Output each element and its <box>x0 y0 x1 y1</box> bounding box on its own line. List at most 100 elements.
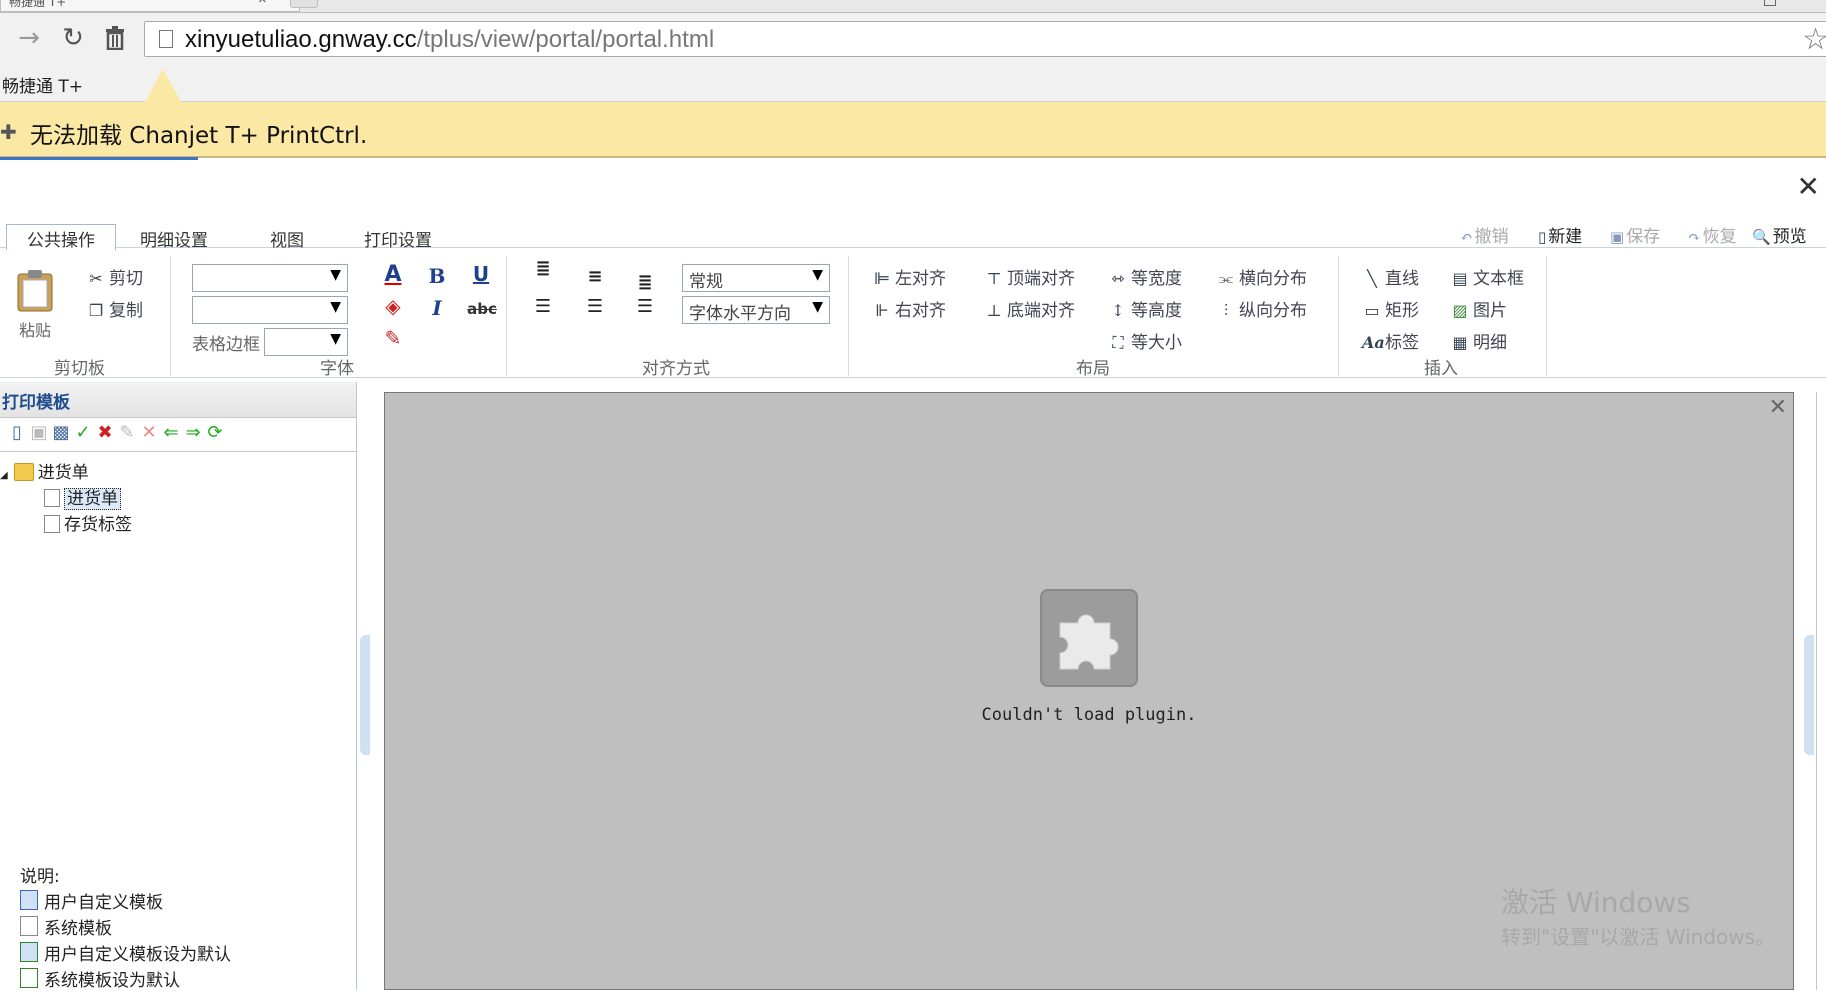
panel-title: 打印模板 <box>0 382 356 418</box>
undo-icon: ↶ <box>1460 228 1473 246</box>
remove-icon[interactable]: ✕ <box>138 422 160 444</box>
right-splitter-handle[interactable] <box>1804 635 1814 755</box>
align-top-icon[interactable]: ≣ <box>530 258 556 279</box>
save-as-template-icon[interactable]: ▩ <box>50 422 72 444</box>
same-size-button[interactable]: ⛶ 等大小 <box>1108 328 1182 353</box>
copy-button[interactable]: ❐ 复制 <box>86 296 143 321</box>
align-bottom-icon[interactable]: ≣ <box>632 272 658 293</box>
insert-detail-button[interactable]: ▦ 明细 <box>1450 328 1507 353</box>
align-middle-icon[interactable]: ≡ <box>582 266 608 287</box>
insert-label-button[interactable]: Aa标签 <box>1362 328 1419 353</box>
window-restore-icon[interactable] <box>1764 0 1776 6</box>
cut-label: 剪切 <box>109 269 143 289</box>
table-border-label: 表格边框 <box>192 335 260 355</box>
tree-item[interactable]: 存货标签 <box>44 510 132 535</box>
same-height-button[interactable]: ↕ 等高度 <box>1108 296 1182 321</box>
font-family-select[interactable]: ▼ <box>192 264 348 292</box>
bottom-align-label: 底端对齐 <box>1007 301 1075 321</box>
cut-button[interactable]: ✂ 剪切 <box>86 264 143 289</box>
v-distribute-label: 纵向分布 <box>1239 301 1307 321</box>
save-button[interactable]: ▣ 保存 <box>1610 222 1660 247</box>
ribbon: 粘贴 ✂ 剪切 ❐ 复制 剪切板 ▼ ▼ 表格边框 ▼ A B U ◈ I abc … <box>0 250 1826 379</box>
v-distribute-button[interactable]: ⫶ 纵向分布 <box>1216 296 1307 321</box>
close-icon[interactable]: ✕ <box>1797 170 1820 203</box>
new-tab-button[interactable] <box>290 0 318 8</box>
tab-view[interactable]: 视图 <box>270 226 304 251</box>
left-splitter-handle[interactable] <box>360 635 370 755</box>
insert-line-label: 直线 <box>1385 269 1419 289</box>
underline-icon[interactable]: U <box>468 262 494 286</box>
group-separator <box>170 256 171 376</box>
border-pen-icon[interactable]: ✎ <box>380 326 406 350</box>
legend-item: 系统模板 <box>20 914 231 940</box>
tab-print-settings[interactable]: 打印设置 <box>364 226 432 251</box>
font-group-title: 字体 <box>320 359 354 379</box>
redo-button[interactable]: ↷ 恢复 <box>1688 222 1737 247</box>
same-width-button[interactable]: ⇿ 等宽度 <box>1108 264 1182 289</box>
tab-close-icon[interactable]: ✕ <box>258 0 267 6</box>
insert-picture-button[interactable]: ▨ 图片 <box>1450 296 1507 321</box>
set-default-icon[interactable]: ✓ <box>72 422 94 444</box>
delete-template-icon[interactable]: ✖ <box>94 422 116 444</box>
bold-icon[interactable]: B <box>424 264 450 288</box>
tree-item[interactable]: 进货单 <box>44 484 121 510</box>
save-template-icon[interactable]: ▣ <box>28 422 50 444</box>
bookmark-star-icon[interactable]: ☆ <box>1802 22 1826 57</box>
text-style-select[interactable]: 常规 ▼ <box>682 264 830 292</box>
new-button[interactable]: ▯ 新建 <box>1538 222 1582 247</box>
export-icon[interactable]: ⇒ <box>182 422 204 444</box>
reload-icon[interactable]: ↻ <box>58 23 88 53</box>
preview-button[interactable]: 🔍 预览 <box>1752 222 1807 247</box>
bookmark-item[interactable]: 畅捷通 T+ <box>2 72 83 97</box>
close-icon[interactable]: ✕ <box>1769 395 1787 420</box>
browser-tab[interactable]: 畅捷通 T+ ✕ <box>0 0 300 12</box>
url-host: xinyuetuliao.gnway.cc <box>185 26 417 53</box>
right-align-button[interactable]: ⊩ 右对齐 <box>872 296 946 321</box>
bookmarks-bar: 畅捷通 T+ <box>0 69 1826 102</box>
h-distribute-button[interactable]: ⫘ 横向分布 <box>1216 264 1307 289</box>
chevron-down-icon: ▼ <box>330 331 341 347</box>
import-icon[interactable]: ⇐ <box>160 422 182 444</box>
table-border-select[interactable]: ▼ <box>264 328 348 356</box>
align-center-icon[interactable]: ☰ <box>582 296 608 317</box>
text-direction-select[interactable]: 字体水平方向 ▼ <box>682 296 830 324</box>
insert-rect-button[interactable]: ▭ 矩形 <box>1362 296 1419 321</box>
font-size-select[interactable]: ▼ <box>192 296 348 324</box>
preview-label: 预览 <box>1772 227 1807 247</box>
align-bottom-edge-icon: ⊥ <box>986 301 1002 320</box>
align-right-icon[interactable]: ☰ <box>632 296 658 317</box>
forward-icon[interactable]: → <box>14 23 44 53</box>
insert-textbox-button[interactable]: ▤ 文本框 <box>1450 264 1524 289</box>
insert-line-button[interactable]: ╲ 直线 <box>1362 264 1419 289</box>
save-label: 保存 <box>1626 227 1661 247</box>
paste-button[interactable]: 粘贴 <box>12 268 58 341</box>
url-path: /tplus/view/portal/portal.html <box>416 26 715 53</box>
group-separator <box>506 256 507 376</box>
italic-icon[interactable]: I <box>424 296 450 320</box>
undo-button[interactable]: ↶ 撤销 <box>1460 222 1509 247</box>
url-text[interactable]: xinyuetuliao.gnway.cc/tplus/view/portal/… <box>185 26 714 54</box>
trash-icon[interactable] <box>100 23 130 53</box>
chevron-down-icon: ▼ <box>812 267 823 283</box>
save-icon: ▣ <box>1610 228 1625 246</box>
h-distribute-label: 横向分布 <box>1239 269 1307 289</box>
strikethrough-icon[interactable]: abc <box>466 300 498 318</box>
left-align-button[interactable]: ⊫ 左对齐 <box>872 264 946 289</box>
rectangle-icon: ▭ <box>1364 301 1380 320</box>
align-left-icon[interactable]: ☰ <box>530 296 556 317</box>
fill-color-icon[interactable]: ◈ <box>380 294 406 318</box>
left-align-label: 左对齐 <box>895 269 946 289</box>
bottom-align-button[interactable]: ⊥ 底端对齐 <box>984 296 1075 321</box>
address-bar[interactable]: xinyuetuliao.gnway.cc/tplus/view/portal/… <box>144 21 1826 57</box>
refresh-icon[interactable]: ⟳ <box>204 422 226 444</box>
font-color-icon[interactable]: A <box>380 262 406 287</box>
edit-template-icon[interactable]: ✎ <box>116 422 138 444</box>
new-template-icon[interactable]: ▯ <box>6 422 28 444</box>
tree-root[interactable]: ◢ 进货单 <box>0 458 89 483</box>
legend-title: 说明: <box>20 867 60 887</box>
tab-detail-settings[interactable]: 明细设置 <box>140 226 208 251</box>
tab-public-ops[interactable]: 公共操作 <box>6 224 116 253</box>
top-align-button[interactable]: ⊤ 顶端对齐 <box>984 264 1075 289</box>
top-align-label: 顶端对齐 <box>1007 269 1075 289</box>
expand-icon[interactable]: ◢ <box>0 470 8 481</box>
